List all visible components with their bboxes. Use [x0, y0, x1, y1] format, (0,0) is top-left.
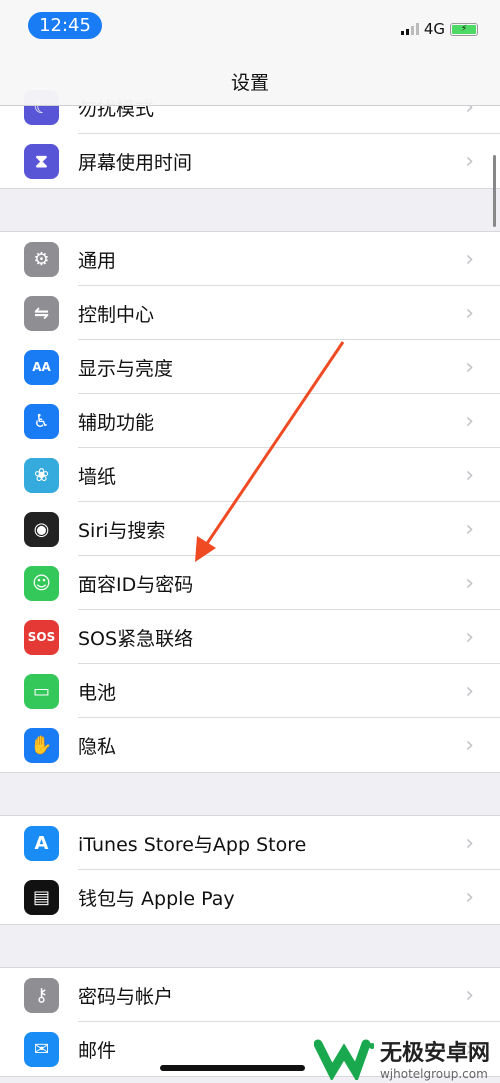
- settings-row-label: Siri与搜索: [78, 519, 166, 542]
- settings-row[interactable]: AiTunes Store与App Store ›: [0, 816, 500, 870]
- settings-row[interactable]: ✋ 隐私 ›: [0, 718, 500, 772]
- settings-row[interactable]: SOS SOS紧急联络 ›: [0, 610, 500, 664]
- scrollbar[interactable]: [493, 155, 496, 227]
- settings-row[interactable]: ▭ 电池 ›: [0, 664, 500, 718]
- watermark: 无极安卓网 wjhotelgroup.com: [313, 1035, 490, 1081]
- settings-row-label: 屏幕使用时间: [78, 151, 193, 174]
- settings-group: AiTunes Store与App Store › ▤ 钱包与 Apple Pay ›: [0, 815, 500, 925]
- settings-row-label: 墙纸: [78, 465, 117, 488]
- settings-row[interactable]: ▤ 钱包与 Apple Pay ›: [0, 870, 500, 924]
- key-icon: ⚷: [24, 977, 59, 1013]
- settings-row-label: 隐私: [78, 735, 117, 758]
- page-title: 设置: [230, 72, 269, 94]
- settings-row[interactable]: ❀ 墙纸 ›: [0, 448, 500, 502]
- watermark-name: 无极安卓网: [379, 1041, 490, 1066]
- chevron-right-icon: ›: [465, 516, 474, 542]
- flower-icon: ❀: [24, 457, 59, 493]
- app-store-icon: A: [24, 825, 59, 861]
- settings-group: ⚙ 通用 › ⇋ 控制中心 › AA 显示与亮度 › ♿ 辅助功能 › ❀ 墙纸 › ◉ Siri与搜索 › ☺ 面容…: [0, 231, 500, 773]
- settings-list: ☾ 勿扰模式 › ⧗ 屏幕使用时间 › ⚙ 通用 › ⇋ 控制中心 › AA 显示与亮度 › ♿ 辅助功能 › ❀ 墙…: [0, 79, 500, 1077]
- settings-row-label: 控制中心: [78, 303, 155, 326]
- settings-row-label: 通用: [78, 249, 117, 272]
- settings-row[interactable]: ⚷ 密码与帐户 ›: [0, 968, 500, 1022]
- gear-icon: ⚙: [24, 241, 59, 277]
- status-indicators: 4G ⚡: [400, 20, 478, 38]
- chevron-right-icon: ›: [465, 624, 474, 650]
- settings-row-label: 显示与亮度: [78, 357, 174, 380]
- chevron-right-icon: ›: [465, 732, 474, 758]
- settings-row-label: 面容ID与密码: [78, 573, 194, 596]
- settings-row[interactable]: ◉ Siri与搜索 ›: [0, 502, 500, 556]
- settings-row[interactable]: ⚙ 通用 ›: [0, 232, 500, 286]
- chevron-right-icon: ›: [465, 830, 474, 856]
- watermark-url: wjhotelgroup.com: [379, 1067, 488, 1081]
- settings-row-label: 电池: [78, 681, 117, 704]
- battery-icon: ▭: [24, 673, 59, 709]
- settings-row-label: 钱包与 Apple Pay: [78, 887, 235, 910]
- text-size-icon: AA: [24, 349, 59, 385]
- settings-row-label: 密码与帐户: [78, 985, 174, 1008]
- settings-row-label: iTunes Store与App Store: [78, 833, 307, 856]
- settings-row[interactable]: ⇋ 控制中心 ›: [0, 286, 500, 340]
- watermark-logo-icon: [313, 1039, 374, 1080]
- chevron-right-icon: ›: [465, 884, 474, 910]
- mail-icon: ✉: [24, 1031, 59, 1067]
- signal-icon: [400, 23, 419, 35]
- toggles-icon: ⇋: [24, 295, 59, 331]
- chevron-right-icon: ›: [465, 982, 474, 1008]
- home-indicator[interactable]: [160, 1065, 305, 1071]
- navigation-bar: 12:45 4G ⚡ 设置: [0, 0, 500, 106]
- chevron-right-icon: ›: [465, 300, 474, 326]
- chevron-right-icon: ›: [465, 462, 474, 488]
- network-type: 4G: [423, 20, 445, 38]
- settings-row[interactable]: ♿ 辅助功能 ›: [0, 394, 500, 448]
- sos-icon: SOS: [24, 619, 59, 655]
- hourglass-icon: ⧗: [24, 143, 59, 179]
- chevron-right-icon: ›: [465, 354, 474, 380]
- status-time: 12:45: [28, 12, 102, 39]
- settings-row[interactable]: ⧗ 屏幕使用时间 ›: [0, 134, 500, 188]
- siri-icon: ◉: [24, 511, 59, 547]
- settings-row-label: SOS紧急联络: [78, 627, 194, 650]
- settings-row[interactable]: AA 显示与亮度 ›: [0, 340, 500, 394]
- accessibility-icon: ♿: [24, 403, 59, 439]
- chevron-right-icon: ›: [465, 570, 474, 596]
- face-id-icon: ☺: [24, 565, 59, 601]
- chevron-right-icon: ›: [465, 678, 474, 704]
- chevron-right-icon: ›: [465, 148, 474, 174]
- chevron-right-icon: ›: [465, 246, 474, 272]
- hand-icon: ✋: [24, 727, 59, 763]
- chevron-right-icon: ›: [465, 408, 474, 434]
- settings-row-label: 辅助功能: [78, 411, 155, 434]
- wallet-icon: ▤: [24, 879, 59, 915]
- battery-icon: ⚡: [450, 22, 478, 36]
- settings-row[interactable]: ☺ 面容ID与密码 ›: [0, 556, 500, 610]
